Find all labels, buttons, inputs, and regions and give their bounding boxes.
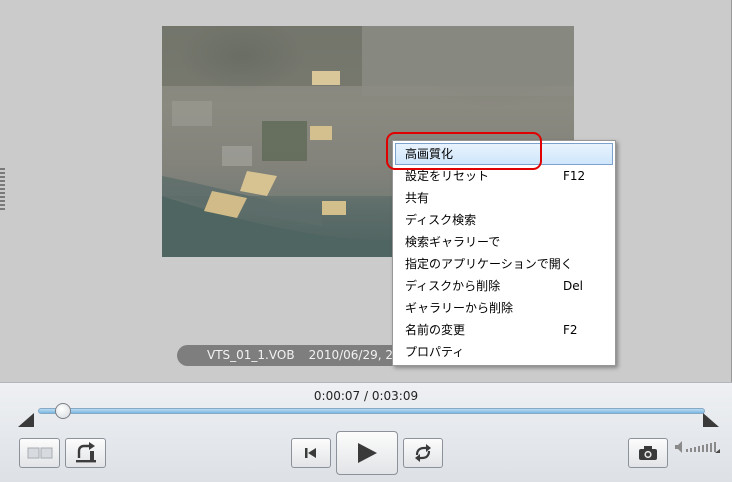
- menu-item-delete-from-disk[interactable]: ディスクから削除 Del: [395, 275, 613, 297]
- play-icon: [358, 443, 377, 463]
- menu-item-label: 設定をリセット: [405, 169, 490, 183]
- snapshot-button[interactable]: [628, 438, 668, 468]
- menu-item-rename[interactable]: 名前の変更 F2: [395, 319, 613, 341]
- file-name: VTS_01_1.VOB: [207, 348, 295, 362]
- volume-icon: [675, 441, 682, 453]
- seek-end-marker-icon: [703, 413, 719, 427]
- menu-item-open-with[interactable]: 指定のアプリケーションで開く: [395, 253, 613, 275]
- menu-item-label: ギャラリーから削除: [405, 301, 514, 315]
- file-datetime: 2010/06/29, 23:: [308, 348, 405, 362]
- compare-view-button[interactable]: [19, 438, 60, 468]
- seek-thumb[interactable]: [54, 403, 71, 419]
- seek-bar[interactable]: [38, 408, 705, 414]
- media-viewer-area: VTS_01_1.VOB 2010/06/29, 23: 高画質化 設定をリセット…: [0, 0, 732, 382]
- seek-start-marker-icon: [18, 413, 34, 427]
- play-button[interactable]: [336, 431, 398, 475]
- menu-item-shortcut: F2: [563, 323, 578, 337]
- menu-item-label: プロパティ: [405, 345, 465, 359]
- previous-button[interactable]: [291, 438, 331, 468]
- playback-controls: 0:00:07 / 0:03:09: [0, 382, 732, 482]
- volume-slider[interactable]: [674, 436, 720, 458]
- menu-item-shortcut: F12: [563, 169, 586, 183]
- menu-item-search-gallery[interactable]: 検索ギャラリーで: [395, 231, 613, 253]
- menu-item-label: 名前の変更: [405, 323, 466, 337]
- menu-item-properties[interactable]: プロパティ: [395, 341, 613, 363]
- camera-icon: [639, 446, 657, 460]
- time-display: 0:00:07 / 0:03:09: [313, 389, 419, 403]
- rotate-icon: [75, 442, 96, 463]
- volume-level-bars: [686, 442, 720, 453]
- menu-item-label: 共有: [405, 191, 430, 205]
- rotate-button[interactable]: [65, 438, 106, 468]
- menu-item-label: 検索ギャラリーで: [405, 235, 501, 249]
- skip-previous-icon: [305, 448, 316, 458]
- menu-item-label: ディスクから削除: [405, 279, 501, 293]
- menu-item-shortcut: Del: [563, 279, 583, 293]
- highlight-annotation-box: [386, 132, 542, 170]
- menu-item-remove-from-gallery[interactable]: ギャラリーから削除: [395, 297, 613, 319]
- panel-resize-grip[interactable]: [0, 168, 5, 210]
- menu-item-disk-search[interactable]: ディスク検索: [395, 209, 613, 231]
- compare-view-icon: [27, 447, 52, 459]
- menu-item-label: ディスク検索: [405, 213, 477, 227]
- context-menu: 高画質化 設定をリセット F12 共有 ディスク検索 検索ギャラリーで 指定のア…: [392, 140, 616, 366]
- repeat-button[interactable]: [403, 438, 443, 468]
- menu-item-label: 指定のアプリケーションで開く: [405, 257, 573, 271]
- menu-item-share[interactable]: 共有: [395, 187, 613, 209]
- repeat-icon: [415, 444, 431, 462]
